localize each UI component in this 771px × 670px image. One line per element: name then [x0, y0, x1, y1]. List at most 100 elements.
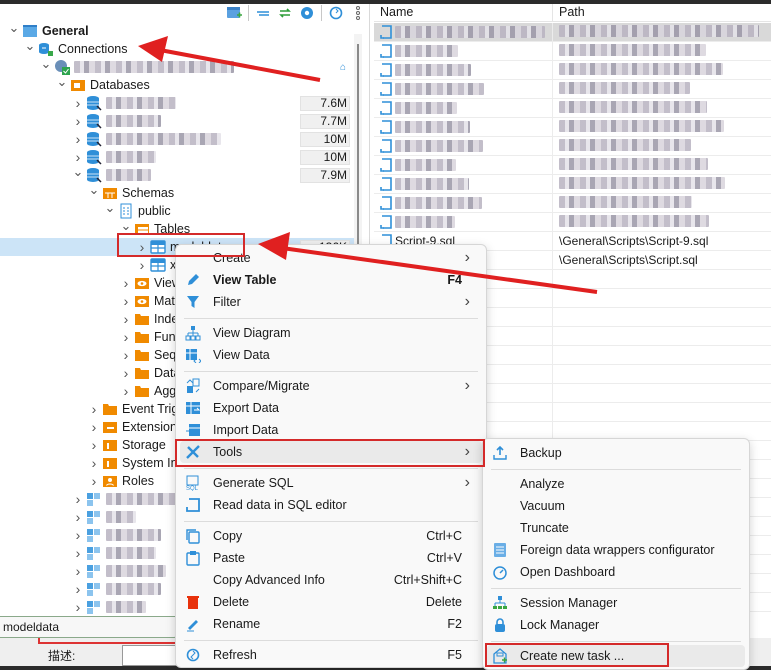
database-icon	[86, 95, 102, 111]
description-input[interactable]	[122, 645, 182, 666]
project-icon	[22, 23, 38, 39]
table-row[interactable]	[374, 136, 771, 156]
menu-item-session-manager[interactable]: Session Manager	[487, 592, 745, 614]
menu-item-backup[interactable]: Backup	[487, 442, 745, 464]
table-row[interactable]	[374, 22, 771, 42]
more-icon[interactable]	[350, 5, 366, 21]
table-row[interactable]	[374, 79, 771, 99]
chevron-right-icon[interactable]: ›	[88, 437, 100, 453]
table-row[interactable]	[374, 117, 771, 137]
navigator-toolbar	[226, 4, 366, 22]
table-row[interactable]	[374, 41, 771, 61]
chevron-right-icon[interactable]: ›	[72, 581, 84, 597]
collapse-all-icon[interactable]	[255, 5, 271, 21]
chevron-down-icon[interactable]: ⌄	[24, 38, 36, 53]
tree-item[interactable]: ⌄ Connections	[0, 38, 354, 58]
chevron-right-icon[interactable]: ›	[120, 329, 132, 345]
chevron-down-icon[interactable]: ⌄	[88, 182, 100, 197]
menu-item-generate-sql[interactable]: SQL Generate SQL ›	[180, 472, 482, 494]
chevron-down-icon[interactable]: ⌄	[40, 56, 52, 71]
tree-item[interactable]: ⌄ General	[0, 20, 354, 40]
menu-item-label: Lock Manager	[520, 618, 600, 632]
chevron-right-icon[interactable]: ›	[120, 311, 132, 327]
table-row[interactable]	[374, 174, 771, 194]
menu-item-truncate[interactable]: Truncate	[487, 517, 745, 539]
column-header-path[interactable]: Path	[553, 4, 771, 22]
menu-item-create-new-task[interactable]: Create new task ...	[487, 645, 745, 667]
menu-separator	[491, 587, 741, 589]
chevron-right-icon[interactable]: ›	[136, 257, 148, 273]
refresh-icon[interactable]	[328, 5, 344, 21]
tree-item[interactable]: › 7.6M	[0, 94, 354, 112]
chevron-right-icon[interactable]: ›	[120, 275, 132, 291]
chevron-right-icon[interactable]: ›	[72, 545, 84, 561]
redacted-label	[106, 169, 151, 181]
redacted-path	[559, 176, 725, 189]
table-row[interactable]	[374, 60, 771, 80]
menu-item-compare-migrate[interactable]: Compare/Migrate ›	[180, 375, 482, 397]
link-with-editor-icon[interactable]	[277, 5, 293, 21]
new-folder-icon[interactable]	[226, 5, 242, 21]
table-row[interactable]	[374, 193, 771, 213]
table-row[interactable]	[374, 155, 771, 175]
chevron-down-icon[interactable]: ⌄	[104, 200, 116, 215]
chevron-right-icon[interactable]: ›	[88, 455, 100, 471]
chevron-right-icon[interactable]: ›	[72, 113, 84, 129]
menu-item-copy-advanced-info[interactable]: Copy Advanced Info Ctrl+Shift+C	[180, 569, 482, 591]
menu-item-view-diagram[interactable]: View Diagram	[180, 322, 482, 344]
chevron-right-icon[interactable]: ›	[136, 239, 148, 255]
table-row[interactable]	[374, 212, 771, 232]
chevron-down-icon[interactable]: ⌄	[120, 218, 132, 233]
menu-item-read-data-in-sql-editor[interactable]: Read data in SQL editor	[180, 494, 482, 516]
menu-item-delete[interactable]: Delete Delete	[180, 591, 482, 613]
redacted-label	[74, 61, 234, 73]
tree-item[interactable]: ⌄ ⌂	[0, 56, 354, 76]
chevron-right-icon[interactable]: ›	[72, 131, 84, 147]
menu-item-export-data[interactable]: Export Data	[180, 397, 482, 419]
tree-item[interactable]: ⌄ 7.9M	[0, 164, 354, 184]
tree-item[interactable]: ⌄ Databases	[0, 74, 354, 94]
menu-item-lock-manager[interactable]: Lock Manager	[487, 614, 745, 636]
chevron-right-icon[interactable]: ›	[88, 401, 100, 417]
tree-item[interactable]: › 7.7M	[0, 112, 354, 130]
tree-item[interactable]: › 10M	[0, 130, 354, 148]
chevron-right-icon[interactable]: ›	[72, 149, 84, 165]
chevron-right-icon[interactable]: ›	[72, 527, 84, 543]
configure-icon[interactable]	[299, 5, 315, 21]
menu-item-analyze[interactable]: Analyze	[487, 473, 745, 495]
chevron-right-icon[interactable]: ›	[88, 419, 100, 435]
tree-item[interactable]: ⌄ public	[0, 200, 354, 220]
chevron-right-icon[interactable]: ›	[72, 599, 84, 615]
menu-item-copy[interactable]: Copy Ctrl+C	[180, 525, 482, 547]
chevron-down-icon[interactable]: ⌄	[8, 20, 20, 35]
redacted-name	[395, 178, 469, 190]
menu-item-view-table[interactable]: View Table F4	[180, 269, 482, 291]
menu-item-import-data[interactable]: Import Data	[180, 419, 482, 441]
chevron-right-icon[interactable]: ›	[72, 563, 84, 579]
tree-item[interactable]: ⌄ Tables	[0, 218, 354, 238]
chevron-right-icon[interactable]: ›	[72, 95, 84, 111]
chevron-right-icon[interactable]: ›	[72, 491, 84, 507]
chevron-right-icon[interactable]: ›	[120, 293, 132, 309]
table-row[interactable]	[374, 98, 771, 118]
menu-item-create[interactable]: Create ›	[180, 247, 482, 269]
menu-item-filter[interactable]: Filter ›	[180, 291, 482, 313]
tree-item[interactable]: ⌄ Schemas	[0, 182, 354, 202]
menu-item-rename[interactable]: Rename F2	[180, 613, 482, 635]
menu-item-vacuum[interactable]: Vacuum	[487, 495, 745, 517]
menu-item-refresh[interactable]: Refresh F5	[180, 644, 482, 666]
menu-item-open-dashboard[interactable]: Open Dashboard	[487, 561, 745, 583]
column-header-name[interactable]: Name	[374, 4, 553, 22]
chevron-right-icon[interactable]: ›	[88, 473, 100, 489]
menu-item-tools[interactable]: Tools ›	[180, 441, 482, 463]
chevron-right-icon[interactable]: ›	[72, 509, 84, 525]
tree-item[interactable]: › 10M	[0, 148, 354, 166]
chevron-right-icon[interactable]: ›	[120, 365, 132, 381]
chevron-right-icon[interactable]: ›	[120, 347, 132, 363]
menu-item-paste[interactable]: Paste Ctrl+V	[180, 547, 482, 569]
menu-item-foreign-data-wrappers-configurator[interactable]: Foreign data wrappers configurator	[487, 539, 745, 561]
chevron-down-icon[interactable]: ⌄	[56, 74, 68, 89]
chevron-right-icon[interactable]: ›	[120, 383, 132, 399]
chevron-down-icon[interactable]: ⌄	[72, 164, 84, 179]
menu-item-view-data[interactable]: View Data	[180, 344, 482, 366]
